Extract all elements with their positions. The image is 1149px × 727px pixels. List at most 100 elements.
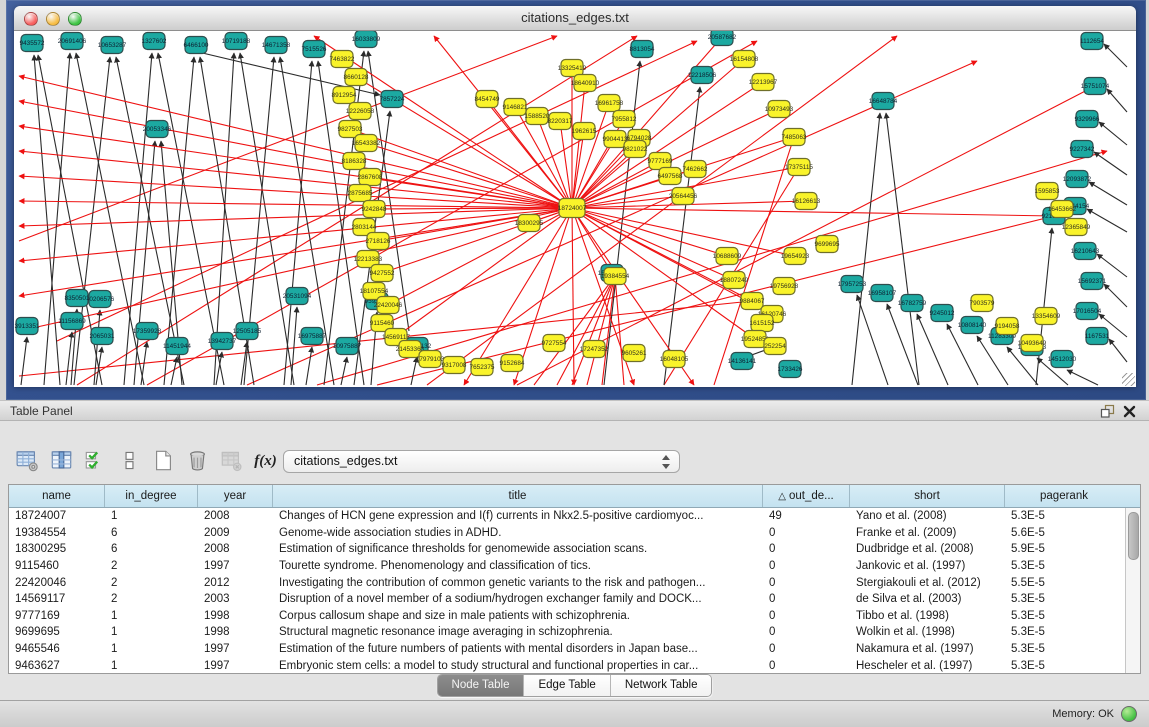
graph-node[interactable]: 2875685: [348, 185, 373, 202]
table-cell[interactable]: 5.3E-5: [1005, 660, 1123, 672]
tab-edge-table[interactable]: Edge Table: [524, 675, 610, 696]
table-cell[interactable]: 0: [763, 543, 850, 555]
table-cell[interactable]: 1997: [198, 660, 273, 672]
table-cell[interactable]: 1: [105, 660, 198, 672]
column-header-pagerank[interactable]: pagerank: [1005, 485, 1123, 507]
table-cell[interactable]: 5.9E-5: [1005, 543, 1123, 555]
tab-node-table[interactable]: Node Table: [438, 675, 525, 696]
graph-node[interactable]: 12226058: [346, 103, 375, 120]
graph-node[interactable]: 2867608: [358, 169, 383, 186]
graph-node[interactable]: 8220317: [548, 113, 573, 130]
graph-node[interactable]: 16961758: [595, 95, 624, 112]
graph-node[interactable]: 18807249: [720, 272, 749, 289]
graph-node[interactable]: 9435572: [20, 35, 45, 52]
table-cell[interactable]: 0: [763, 660, 850, 672]
table-cell[interactable]: 0: [763, 527, 850, 539]
graph-node[interactable]: 1588520: [525, 108, 550, 125]
graph-node[interactable]: 9194058: [995, 318, 1020, 335]
graph-node[interactable]: 17979103: [416, 351, 445, 368]
graph-node[interactable]: 1615152: [750, 315, 775, 332]
graph-node[interactable]: 9427552: [370, 265, 395, 282]
graph-node[interactable]: 17957253: [838, 276, 867, 293]
graph-node[interactable]: 16033809: [352, 31, 381, 48]
graph-node[interactable]: 16453662: [1048, 201, 1077, 218]
graph-node[interactable]: 2718126: [366, 233, 391, 250]
graph-node[interactable]: 15692371: [1078, 273, 1107, 290]
table-scrollbar[interactable]: [1125, 508, 1140, 673]
graph-node[interactable]: 7955812: [612, 111, 637, 128]
table-cell[interactable]: 0: [763, 610, 850, 622]
select-all-columns-icon[interactable]: [82, 448, 109, 474]
graph-node[interactable]: 10493649: [1018, 335, 1047, 352]
graph-node[interactable]: 9317008: [442, 357, 467, 374]
graph-node[interactable]: 10808140: [958, 317, 987, 334]
table-row[interactable]: 2242004622012Investigating the contribut…: [9, 574, 1125, 591]
graph-node[interactable]: 8912954: [332, 87, 357, 104]
table-cell[interactable]: 9463627: [9, 660, 105, 672]
table-row[interactable]: 977716911998Corpus callosum shape and si…: [9, 608, 1125, 625]
close-panel-icon[interactable]: [1122, 404, 1137, 419]
graph-node[interactable]: 20564456: [669, 188, 698, 205]
graph-node[interactable]: 1167531: [1085, 328, 1110, 345]
graph-node[interactable]: 8350501: [65, 290, 90, 307]
graph-node[interactable]: 19756928: [770, 278, 799, 295]
graph-node[interactable]: 19654923: [781, 248, 810, 265]
graph-node[interactable]: 20053346: [143, 121, 172, 138]
column-header-title[interactable]: title: [273, 485, 763, 507]
graph-node[interactable]: 7652375: [470, 359, 495, 376]
table-row[interactable]: 1456911722003Disruption of a novel membe…: [9, 591, 1125, 608]
graph-node[interactable]: 18724007: [558, 199, 587, 218]
graph-node[interactable]: 9245012: [930, 305, 955, 322]
table-cell[interactable]: Stergiakouli et al. (2012): [850, 577, 1005, 589]
table-cell[interactable]: 5.3E-5: [1005, 510, 1123, 522]
table-row[interactable]: 946362711997Embryonic stem cells: a mode…: [9, 657, 1125, 673]
graph-node[interactable]: 9605261: [622, 345, 647, 362]
table-cell[interactable]: 18300295: [9, 543, 105, 555]
graph-node[interactable]: 16126613: [792, 193, 821, 210]
graph-node[interactable]: 12093872: [1063, 171, 1092, 188]
table-cell[interactable]: 18724007: [9, 510, 105, 522]
table-cell[interactable]: 2003: [198, 593, 273, 605]
table-cell[interactable]: Jankovic et al. (1997): [850, 560, 1005, 572]
table-cell[interactable]: 2012: [198, 577, 273, 589]
column-header-year[interactable]: year: [198, 485, 273, 507]
table-cell[interactable]: Hescheler et al. (1997): [850, 660, 1005, 672]
graph-node[interactable]: 11451944: [163, 338, 191, 355]
graph-node[interactable]: 17375115: [785, 159, 813, 176]
graph-node[interactable]: 9152684: [500, 355, 525, 372]
table-cell[interactable]: Structural magnetic resonance image aver…: [273, 626, 763, 638]
table-cell[interactable]: Corpus callosum shape and size in male p…: [273, 610, 763, 622]
table-cell[interactable]: 2: [105, 560, 198, 572]
graph-node[interactable]: 17016504: [1073, 303, 1102, 320]
graph-node[interactable]: 1327602: [142, 33, 167, 50]
graph-node[interactable]: 1962615: [572, 123, 597, 140]
graph-node[interactable]: 6497568: [658, 168, 683, 185]
delete-table-icon[interactable]: [218, 448, 245, 474]
table-cell[interactable]: Changes of HCN gene expression and I(f) …: [273, 510, 763, 522]
graph-node[interactable]: 8454749: [475, 91, 500, 108]
graph-node[interactable]: 9699695: [815, 236, 840, 253]
graph-node[interactable]: 9727554: [542, 335, 567, 352]
graph-node[interactable]: 20691406: [58, 33, 87, 50]
table-cell[interactable]: 1998: [198, 610, 273, 622]
table-cell[interactable]: 9115460: [9, 560, 105, 572]
show-columns-icon[interactable]: [48, 448, 75, 474]
graph-node[interactable]: 16975887: [298, 328, 327, 345]
table-cell[interactable]: 1998: [198, 626, 273, 638]
table-cell[interactable]: 0: [763, 593, 850, 605]
graph-node[interactable]: 16154808: [730, 51, 759, 68]
graph-node[interactable]: 9884067: [740, 293, 765, 310]
table-row[interactable]: 911546021997Tourette syndrome. Phenomeno…: [9, 558, 1125, 575]
graph-node[interactable]: 16648784: [869, 93, 898, 110]
graph-node[interactable]: 252254: [764, 338, 786, 355]
table-cell[interactable]: 1: [105, 643, 198, 655]
graph-node[interactable]: 16210643: [1071, 243, 1100, 260]
graph-node[interactable]: 7485063: [782, 129, 807, 146]
graph-node[interactable]: 12505185: [233, 323, 262, 340]
table-row[interactable]: 1938455462009Genome-wide association stu…: [9, 525, 1125, 542]
table-cell[interactable]: 9777169: [9, 610, 105, 622]
table-cell[interactable]: 5.3E-5: [1005, 643, 1123, 655]
graph-node[interactable]: 20531094: [283, 288, 312, 305]
table-cell[interactable]: 6: [105, 527, 198, 539]
delete-column-icon[interactable]: [184, 448, 211, 474]
